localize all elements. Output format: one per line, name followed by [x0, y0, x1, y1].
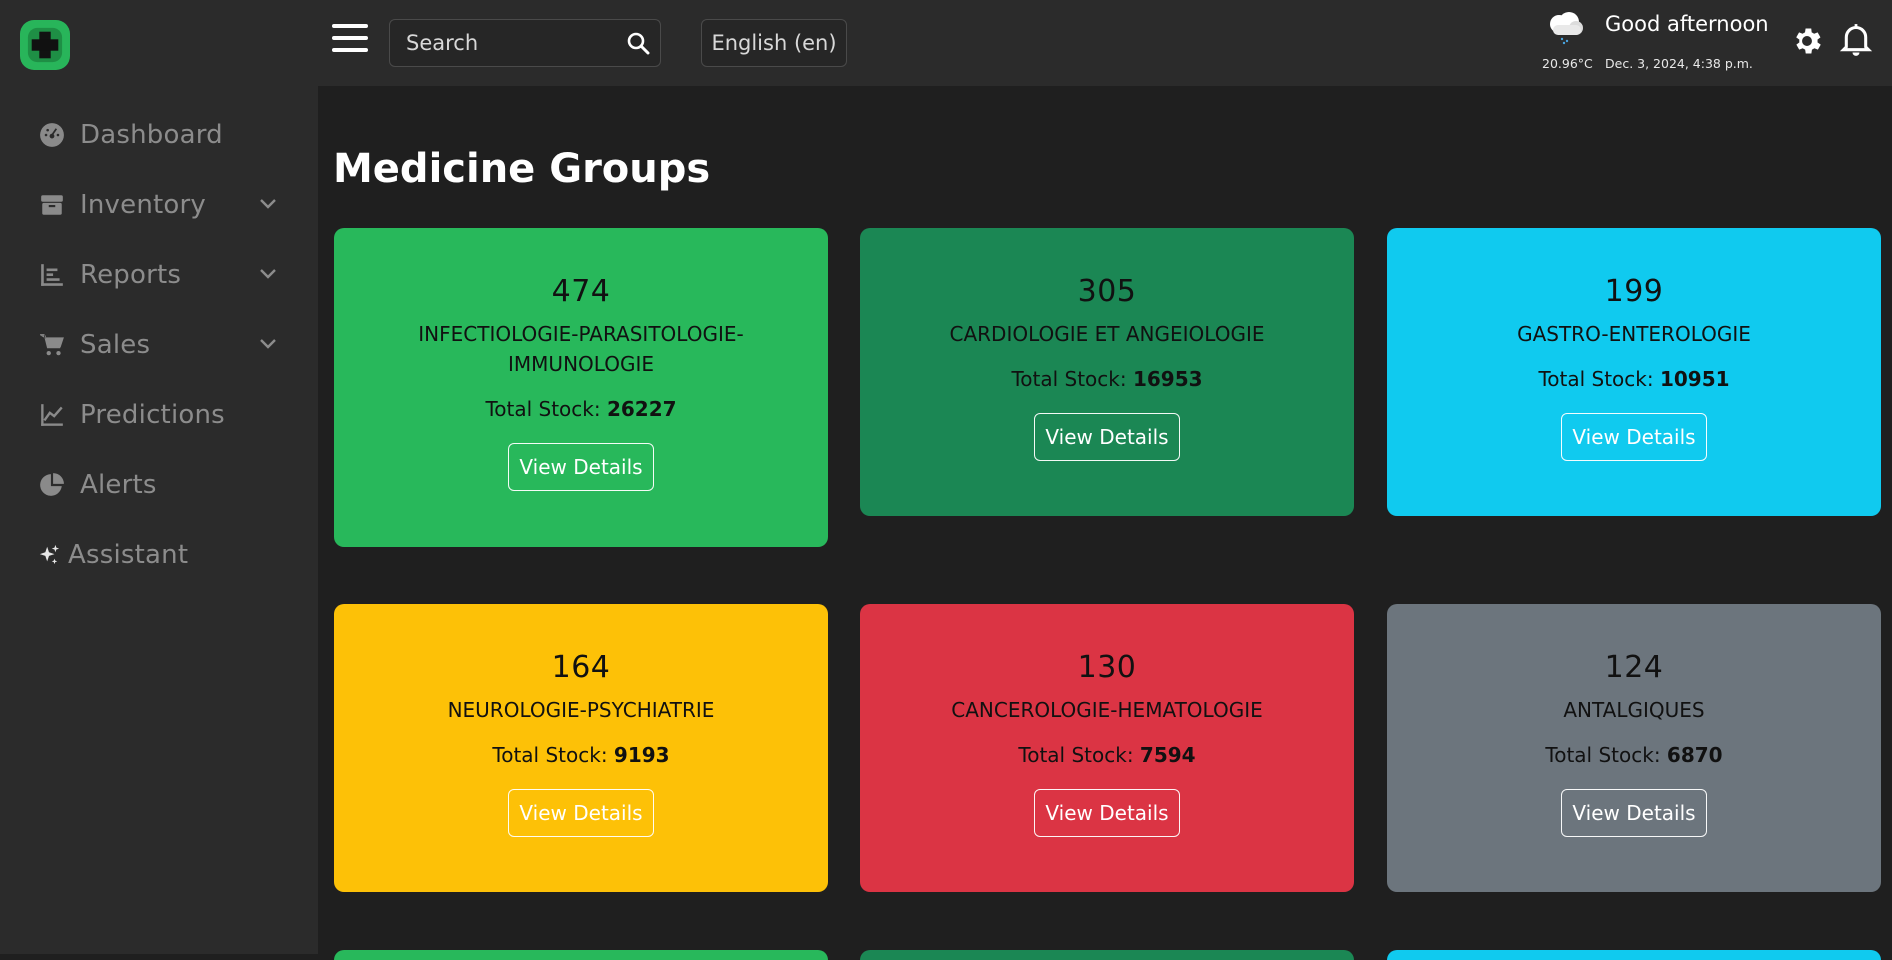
sidebar: Dashboard Inventory Reports Sales Predic…	[0, 0, 318, 954]
group-name: ANTALGIQUES	[1563, 698, 1705, 722]
group-count: 124	[1604, 650, 1664, 685]
sidebar-item-label: Sales	[80, 330, 151, 360]
sidebar-item-alerts[interactable]: Alerts	[0, 450, 318, 520]
medicine-group-card: 124 ANTALGIQUES Total Stock: 6870 View D…	[1387, 604, 1881, 892]
sidebar-item-label: Inventory	[80, 190, 206, 220]
group-count: 130	[1077, 650, 1137, 685]
group-name: NEUROLOGIE-PSYCHIATRIE	[447, 698, 715, 722]
sidebar-item-label: Reports	[80, 260, 182, 290]
group-total-stock: Total Stock: 6870	[1545, 743, 1722, 767]
view-details-button[interactable]: View Details	[1561, 413, 1707, 461]
view-details-button[interactable]: View Details	[1034, 789, 1180, 837]
view-details-button[interactable]: View Details	[1034, 413, 1180, 461]
bell-icon[interactable]	[1839, 22, 1873, 58]
hamburger-menu-icon[interactable]	[332, 24, 368, 56]
stock-value: 9193	[613, 743, 670, 767]
line-chart-icon	[38, 401, 66, 429]
group-count: 164	[551, 650, 611, 685]
bar-chart-icon	[38, 261, 66, 289]
stock-value: 6870	[1666, 743, 1723, 767]
stock-value: 26227	[606, 397, 677, 421]
medicine-group-card: 199 GASTRO-ENTEROLOGIE Total Stock: 1095…	[1387, 228, 1881, 516]
group-total-stock: Total Stock: 26227	[485, 397, 676, 421]
group-count: 474	[551, 274, 611, 309]
stock-label: Total Stock:	[1018, 743, 1134, 767]
gear-icon[interactable]	[1790, 24, 1824, 58]
view-details-button[interactable]: View Details	[1561, 789, 1707, 837]
box-icon	[38, 191, 66, 219]
pie-chart-icon	[38, 471, 66, 499]
sidebar-item-label: Predictions	[80, 400, 225, 430]
stock-label: Total Stock:	[1545, 743, 1661, 767]
sidebar-item-inventory[interactable]: Inventory	[0, 170, 318, 240]
cloud-rain-icon	[1544, 10, 1586, 46]
stock-value: 10951	[1659, 367, 1730, 391]
cart-icon	[38, 331, 66, 359]
sidebar-item-dashboard[interactable]: Dashboard	[0, 100, 318, 170]
medicine-group-card-partial	[334, 950, 828, 960]
group-name: CARDIOLOGIE ET ANGEIOLOGIE	[949, 322, 1265, 346]
group-total-stock: Total Stock: 10951	[1538, 367, 1729, 391]
sidebar-item-reports[interactable]: Reports	[0, 240, 318, 310]
sidebar-item-label: Alerts	[80, 470, 157, 500]
view-details-button[interactable]: View Details	[508, 789, 654, 837]
page-title: Medicine Groups	[333, 146, 711, 192]
medicine-group-card-partial	[1387, 950, 1881, 960]
sidebar-item-assistant[interactable]: Assistant	[0, 520, 318, 590]
group-count: 305	[1077, 274, 1137, 309]
stock-label: Total Stock:	[1538, 367, 1654, 391]
view-details-button[interactable]: View Details	[508, 443, 654, 491]
group-name: GASTRO-ENTEROLOGIE	[1517, 322, 1751, 346]
sidebar-item-label: Assistant	[68, 540, 189, 570]
chevron-down-icon[interactable]	[258, 334, 278, 354]
medicine-group-card: 130 CANCEROLOGIE-HEMATOLOGIE Total Stock…	[860, 604, 1354, 892]
current-datetime: Dec. 3, 2024, 4:38 p.m.	[1605, 56, 1753, 71]
chevron-down-icon[interactable]	[258, 264, 278, 284]
sidebar-nav: Dashboard Inventory Reports Sales Predic…	[0, 100, 318, 590]
search-icon[interactable]	[626, 31, 650, 55]
stock-value: 7594	[1139, 743, 1196, 767]
pharmacy-cross-icon[interactable]	[20, 20, 70, 70]
group-total-stock: Total Stock: 7594	[1018, 743, 1195, 767]
language-selector[interactable]: English (en)	[701, 19, 847, 67]
medicine-group-card: 474 INFECTIOLOGIE-PARASITOLOGIE-IMMUNOLO…	[334, 228, 828, 547]
medicine-group-card-partial	[860, 950, 1354, 960]
sparkles-icon	[38, 541, 60, 569]
stock-label: Total Stock:	[485, 397, 601, 421]
medicine-group-card: 164 NEUROLOGIE-PSYCHIATRIE Total Stock: …	[334, 604, 828, 892]
sidebar-item-predictions[interactable]: Predictions	[0, 380, 318, 450]
chevron-down-icon[interactable]	[258, 194, 278, 214]
group-name: CANCEROLOGIE-HEMATOLOGIE	[951, 698, 1263, 722]
group-total-stock: Total Stock: 16953	[1011, 367, 1202, 391]
search-box	[389, 19, 661, 67]
search-input[interactable]	[390, 20, 620, 66]
medicine-group-card: 305 CARDIOLOGIE ET ANGEIOLOGIE Total Sto…	[860, 228, 1354, 516]
stock-label: Total Stock:	[492, 743, 608, 767]
group-count: 199	[1604, 274, 1664, 309]
stock-value: 16953	[1132, 367, 1203, 391]
greeting-text: Good afternoon	[1605, 12, 1769, 36]
weather-temperature: 20.96°C	[1542, 56, 1593, 71]
sidebar-item-sales[interactable]: Sales	[0, 310, 318, 380]
stock-label: Total Stock:	[1011, 367, 1127, 391]
group-name: INFECTIOLOGIE-PARASITOLOGIE-IMMUNOLOGIE	[418, 322, 744, 376]
sidebar-item-label: Dashboard	[80, 120, 223, 150]
group-total-stock: Total Stock: 9193	[492, 743, 669, 767]
topbar: English (en) 20.96°C Good afternoon Dec.…	[318, 0, 1892, 86]
speedometer-icon	[38, 121, 66, 149]
